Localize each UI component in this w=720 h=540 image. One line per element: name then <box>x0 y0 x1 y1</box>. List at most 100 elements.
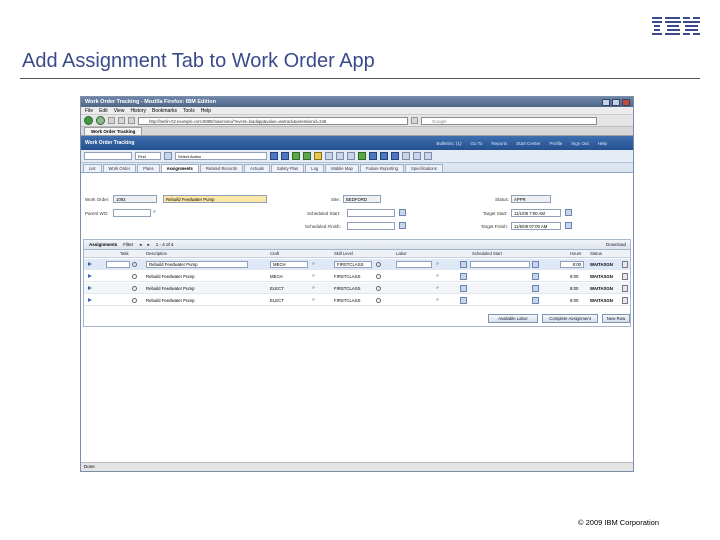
complete-assignment-button[interactable]: Complete Assignment <box>542 314 598 323</box>
column-header-scheduled-start[interactable]: Scheduled Start <box>472 251 502 256</box>
row-expand-icon[interactable] <box>88 274 92 278</box>
menu-edit[interactable]: Edit <box>99 108 108 114</box>
table-row[interactable]: Rebuild Feedwater Pump ELECT » FIRSTCLAS… <box>84 283 630 294</box>
table-row[interactable]: Rebuild Feedwater Pump MECH » FIRSTCLASS… <box>84 271 630 282</box>
target-finish-field[interactable]: 11/5/08 07:00 AM <box>511 222 561 230</box>
target-start-field[interactable]: 11/1/08 7:00 AM <box>511 209 561 217</box>
delete-icon[interactable] <box>622 273 628 280</box>
url-input[interactable]: http://berlin-02.example.com:9080/maximo… <box>138 116 408 125</box>
approve-icon[interactable] <box>358 152 366 160</box>
magnifier-icon[interactable] <box>376 297 381 303</box>
row-expand-icon[interactable] <box>88 262 92 266</box>
craft-field[interactable]: MECH <box>270 261 308 268</box>
reports-link[interactable]: Reports <box>491 141 507 146</box>
calendar-icon[interactable] <box>532 285 539 292</box>
check-icon[interactable] <box>380 152 388 160</box>
tab-related-records[interactable]: Related Records <box>199 164 244 172</box>
close-button[interactable] <box>622 98 630 106</box>
plan-icon[interactable] <box>369 152 377 160</box>
calendar-icon[interactable] <box>532 297 539 304</box>
stop-icon[interactable] <box>118 117 125 124</box>
available-labor-button[interactable]: Available Labor <box>488 314 538 323</box>
calendar-icon[interactable] <box>460 261 467 268</box>
column-header-hours[interactable]: Hours <box>570 251 581 256</box>
work-order-description-field[interactable]: Rebuild Feedwater Pump <box>163 195 267 203</box>
row-expand-icon[interactable] <box>88 286 92 290</box>
tools-icon[interactable] <box>424 152 432 160</box>
detail-menu-icon[interactable]: » <box>436 297 439 303</box>
select-action-dropdown[interactable]: Select Action <box>175 152 267 160</box>
download-link[interactable]: Download <box>606 242 630 247</box>
magnifier-icon[interactable] <box>132 273 137 279</box>
column-header-craft[interactable]: Craft <box>270 251 279 256</box>
tab-mobile-map[interactable]: Mobile Map <box>325 164 359 172</box>
route-icon[interactable] <box>314 152 322 160</box>
bulletin-icon[interactable] <box>325 152 333 160</box>
task-field[interactable] <box>106 261 130 268</box>
column-header-labor[interactable]: Labor <box>396 251 407 256</box>
work-order-field[interactable]: 1092 <box>113 195 157 203</box>
calendar-icon[interactable] <box>399 222 406 229</box>
magnifier-icon[interactable] <box>132 297 137 303</box>
reload-icon[interactable] <box>108 117 115 124</box>
menu-history[interactable]: History <box>130 108 146 114</box>
magnifier-icon[interactable] <box>132 285 137 291</box>
bulletins-link[interactable]: Bulletins: (1) <box>436 141 461 146</box>
scheduled-start-field[interactable] <box>347 209 395 217</box>
sign-out-link[interactable]: Sign Out <box>571 141 589 146</box>
tab-failure-reporting[interactable]: Failure Reporting <box>359 164 405 172</box>
table-row[interactable]: Rebuild Feedwater Pump MECH » FIRSTCLASS… <box>84 259 630 270</box>
calendar-icon[interactable] <box>460 285 467 292</box>
parent-wo-field[interactable] <box>113 209 151 217</box>
go-icon[interactable] <box>411 117 418 124</box>
previous-icon[interactable] <box>292 152 300 160</box>
goto-link[interactable]: Go To <box>470 141 482 146</box>
hours-field[interactable]: 8:00 <box>560 261 584 268</box>
tab-plans[interactable]: Plans <box>137 164 160 172</box>
detail-menu-icon[interactable]: » <box>153 209 156 215</box>
menu-view[interactable]: View <box>114 108 125 114</box>
detail-menu-icon[interactable]: » <box>312 261 315 267</box>
previous-page-icon[interactable]: ◂ <box>139 242 141 248</box>
profile-link[interactable]: Profile <box>549 141 562 146</box>
detail-menu-icon[interactable]: » <box>312 297 315 303</box>
maximize-button[interactable] <box>612 98 620 106</box>
report-icon[interactable] <box>347 152 355 160</box>
search-icon[interactable] <box>164 152 172 160</box>
calendar-icon[interactable] <box>565 222 572 229</box>
table-row[interactable]: Rebuild Feedwater Pump ELECT » FIRSTCLAS… <box>84 295 630 306</box>
detail-menu-icon[interactable]: » <box>436 273 439 279</box>
menu-tools[interactable]: Tools <box>183 108 195 114</box>
scheduled-start-field[interactable] <box>470 261 530 268</box>
find-value-select[interactable]: Find <box>135 152 161 160</box>
find-select[interactable] <box>84 152 132 160</box>
calendar-icon[interactable] <box>460 297 467 304</box>
column-header-status[interactable]: Status <box>590 251 602 256</box>
menu-help[interactable]: Help <box>201 108 211 114</box>
forward-icon[interactable] <box>96 116 105 125</box>
filter-button[interactable]: Filter <box>123 242 133 247</box>
calendar-icon[interactable] <box>532 273 539 280</box>
sheet-icon[interactable] <box>402 152 410 160</box>
tab-safety-plan[interactable]: Safety Plan <box>270 164 305 172</box>
skill-level-field[interactable]: FIRSTCLASS <box>334 261 372 268</box>
column-header-task[interactable]: Task <box>120 251 129 256</box>
calendar-icon[interactable] <box>399 209 406 216</box>
detail-menu-icon[interactable]: » <box>312 273 315 279</box>
view-icon[interactable] <box>336 152 344 160</box>
calendar-icon[interactable] <box>391 152 399 160</box>
detail-menu-icon[interactable]: » <box>436 285 439 291</box>
menu-file[interactable]: File <box>85 108 93 114</box>
calendar-icon[interactable] <box>460 273 467 280</box>
magnifier-icon[interactable] <box>376 285 381 291</box>
save-icon[interactable] <box>281 152 289 160</box>
search-input[interactable]: Google <box>421 116 597 125</box>
home-icon[interactable] <box>128 117 135 124</box>
row-expand-icon[interactable] <box>88 298 92 302</box>
tab-assignments[interactable]: Assignments <box>160 164 199 172</box>
tab-log[interactable]: Log <box>305 164 325 172</box>
magnifier-icon[interactable] <box>132 261 137 267</box>
site-field[interactable]: BEDFORD <box>343 195 381 203</box>
tab-specifications[interactable]: Specifications <box>405 164 443 172</box>
start-center-link[interactable]: Start Center <box>516 141 540 146</box>
